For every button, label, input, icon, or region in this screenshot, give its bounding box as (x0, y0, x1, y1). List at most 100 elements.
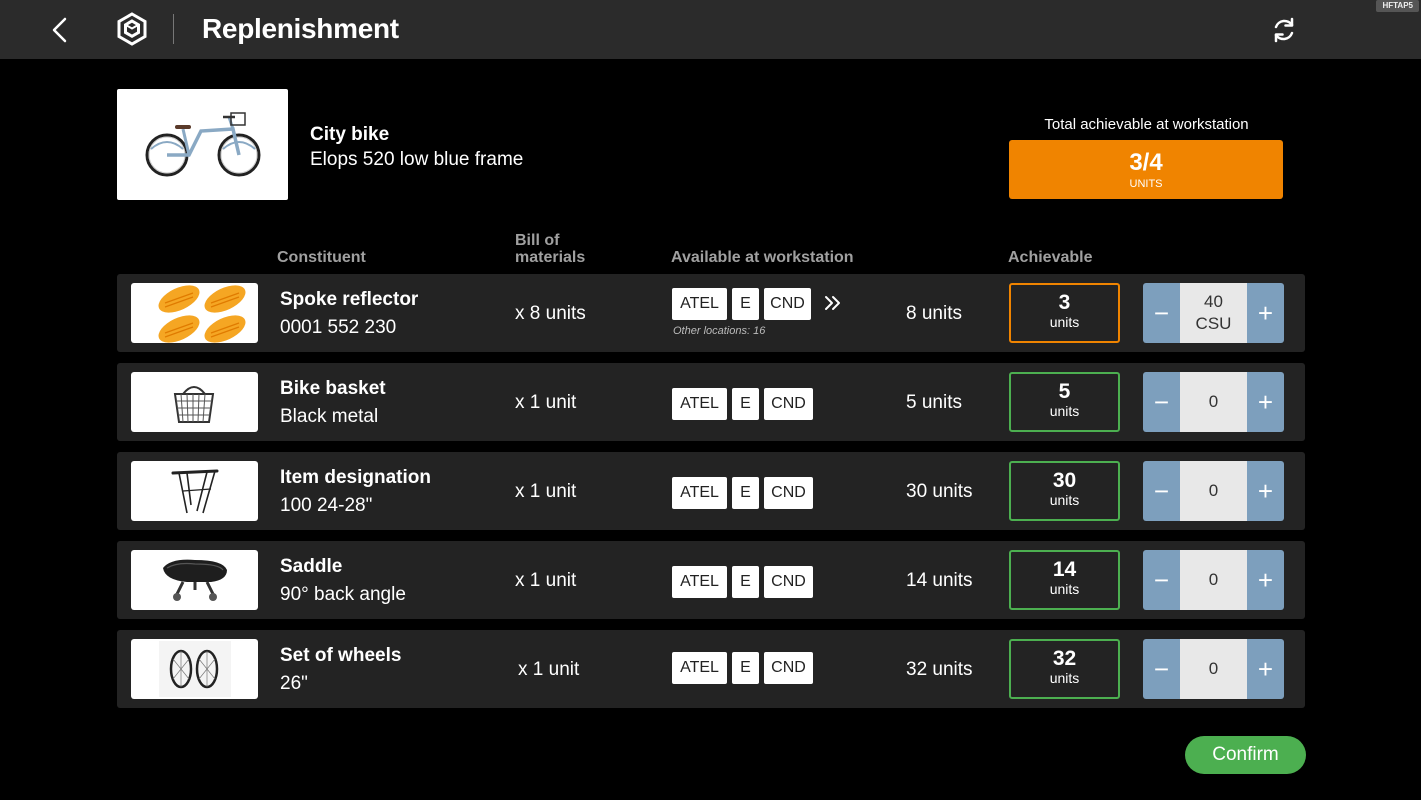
city-bike-icon (145, 111, 260, 176)
achievable-unit: units (1049, 581, 1080, 597)
bom-quantity: x 1 unit (518, 659, 580, 680)
achievable-unit: units (1049, 670, 1080, 686)
location-tag-cnd[interactable]: CND (764, 566, 813, 598)
item-name: Set of wheels (280, 645, 402, 666)
location-tag-cnd[interactable]: CND (764, 288, 811, 320)
item-name: Spoke reflector (280, 289, 419, 310)
quantity-value[interactable]: 0 (1180, 372, 1247, 432)
item-name: Bike basket (280, 378, 386, 399)
achievable-box: 30 units (1009, 461, 1120, 521)
table-row: Item designation 100 24-28" x 1 unit ATE… (117, 452, 1305, 530)
decrement-button[interactable]: − (1143, 550, 1180, 610)
column-header-constituent: Constituent (277, 249, 366, 266)
location-tag-e[interactable]: E (732, 288, 759, 320)
item-thumbnail (131, 372, 258, 432)
item-name: Item designation (280, 467, 431, 488)
available-quantity: 30 units (906, 481, 973, 502)
item-thumbnail (131, 461, 258, 521)
location-tag-atel[interactable]: ATEL (672, 477, 727, 509)
quantity-number: 40 (1204, 292, 1223, 311)
total-achievable-unit: UNITS (1129, 178, 1163, 190)
refresh-button[interactable] (1266, 12, 1302, 48)
location-tag-e[interactable]: E (732, 566, 759, 598)
back-button[interactable] (42, 12, 78, 48)
increment-button[interactable]: + (1247, 639, 1284, 699)
quantity-value[interactable]: 0 (1180, 550, 1247, 610)
reflector-icon (158, 285, 246, 343)
decrement-button[interactable]: − (1143, 461, 1180, 521)
item-reference: 100 24-28" (280, 495, 373, 516)
decrement-button[interactable]: − (1143, 639, 1180, 699)
rack-icon (171, 469, 219, 514)
location-tag-e[interactable]: E (732, 477, 759, 509)
product-image (117, 89, 288, 200)
location-tag-atel[interactable]: ATEL (672, 288, 727, 320)
achievable-value: 32 (1052, 647, 1077, 670)
achievable-value: 30 (1052, 469, 1077, 492)
quantity-stepper: − 0 + (1143, 372, 1284, 432)
achievable-unit: units (1049, 492, 1080, 508)
item-thumbnail (131, 550, 258, 610)
item-reference: 26" (280, 673, 308, 694)
location-tag-e[interactable]: E (732, 388, 759, 420)
bom-quantity: x 8 units (515, 303, 586, 324)
column-header-available: Available at workstation (671, 249, 854, 266)
bom-quantity: x 1 unit (515, 392, 577, 413)
quantity-stepper: − 0 + (1143, 639, 1284, 699)
location-tag-cnd[interactable]: CND (764, 388, 813, 420)
item-name: Saddle (280, 556, 343, 577)
quantity-stepper: − 40 CSU + (1143, 283, 1284, 343)
available-quantity: 8 units (906, 303, 962, 324)
total-achievable-box: 3/4 UNITS (1009, 140, 1283, 199)
quantity-value[interactable]: 0 (1180, 461, 1247, 521)
app-logo-icon (117, 12, 147, 46)
column-header-bom-line2: materials (515, 249, 586, 266)
decrement-button[interactable]: − (1143, 283, 1180, 343)
item-thumbnail (131, 283, 258, 343)
decrement-button[interactable]: − (1143, 372, 1180, 432)
page-title: Replenishment (202, 13, 399, 44)
achievable-unit: units (1049, 314, 1080, 330)
quantity-number: 0 (1208, 481, 1219, 500)
confirm-button[interactable]: Confirm (1185, 736, 1306, 774)
other-locations-button[interactable] (821, 291, 845, 315)
bom-quantity: x 1 unit (515, 570, 577, 591)
increment-button[interactable]: + (1247, 461, 1284, 521)
wheels-icon (159, 641, 231, 697)
location-tag-e[interactable]: E (732, 652, 759, 684)
location-tag-cnd[interactable]: CND (764, 652, 813, 684)
quantity-unit: CSU (1195, 314, 1232, 333)
item-reference: 90° back angle (280, 584, 406, 605)
column-header-achievable: Achievable (1008, 249, 1093, 266)
achievable-box: 32 units (1009, 639, 1120, 699)
table-row: Spoke reflector 0001 552 230 x 8 units A… (117, 274, 1305, 352)
quantity-value[interactable]: 0 (1180, 639, 1247, 699)
achievable-unit: units (1049, 403, 1080, 419)
location-tag-atel[interactable]: ATEL (672, 652, 727, 684)
location-tag-cnd[interactable]: CND (764, 477, 813, 509)
quantity-stepper: − 0 + (1143, 550, 1284, 610)
quantity-number: 0 (1208, 570, 1219, 589)
quantity-number: 0 (1208, 392, 1219, 411)
quantity-value[interactable]: 40 CSU (1180, 283, 1247, 343)
location-tag-atel[interactable]: ATEL (672, 566, 727, 598)
column-header-bom: Bill of materials (515, 232, 585, 266)
increment-button[interactable]: + (1247, 283, 1284, 343)
achievable-box: 5 units (1009, 372, 1120, 432)
header-divider (173, 14, 174, 44)
available-quantity: 5 units (906, 392, 962, 413)
chevron-left-icon (52, 17, 67, 43)
basket-icon (173, 386, 215, 423)
product-description: Elops 520 low blue frame (310, 149, 524, 170)
column-header-bom-line1: Bill of (515, 232, 560, 249)
increment-button[interactable]: + (1247, 372, 1284, 432)
saddle-icon (163, 559, 227, 601)
location-tag-atel[interactable]: ATEL (672, 388, 727, 420)
total-achievable-label: Total achievable at workstation (1044, 116, 1249, 133)
table-row: Set of wheels 26" x 1 unit ATEL E CND 32… (117, 630, 1305, 708)
other-locations-text: Other locations: 16 (673, 325, 766, 337)
achievable-value: 5 (1058, 380, 1071, 403)
item-reference: 0001 552 230 (280, 317, 397, 338)
increment-button[interactable]: + (1247, 550, 1284, 610)
total-achievable-value: 3/4 (1129, 149, 1163, 176)
